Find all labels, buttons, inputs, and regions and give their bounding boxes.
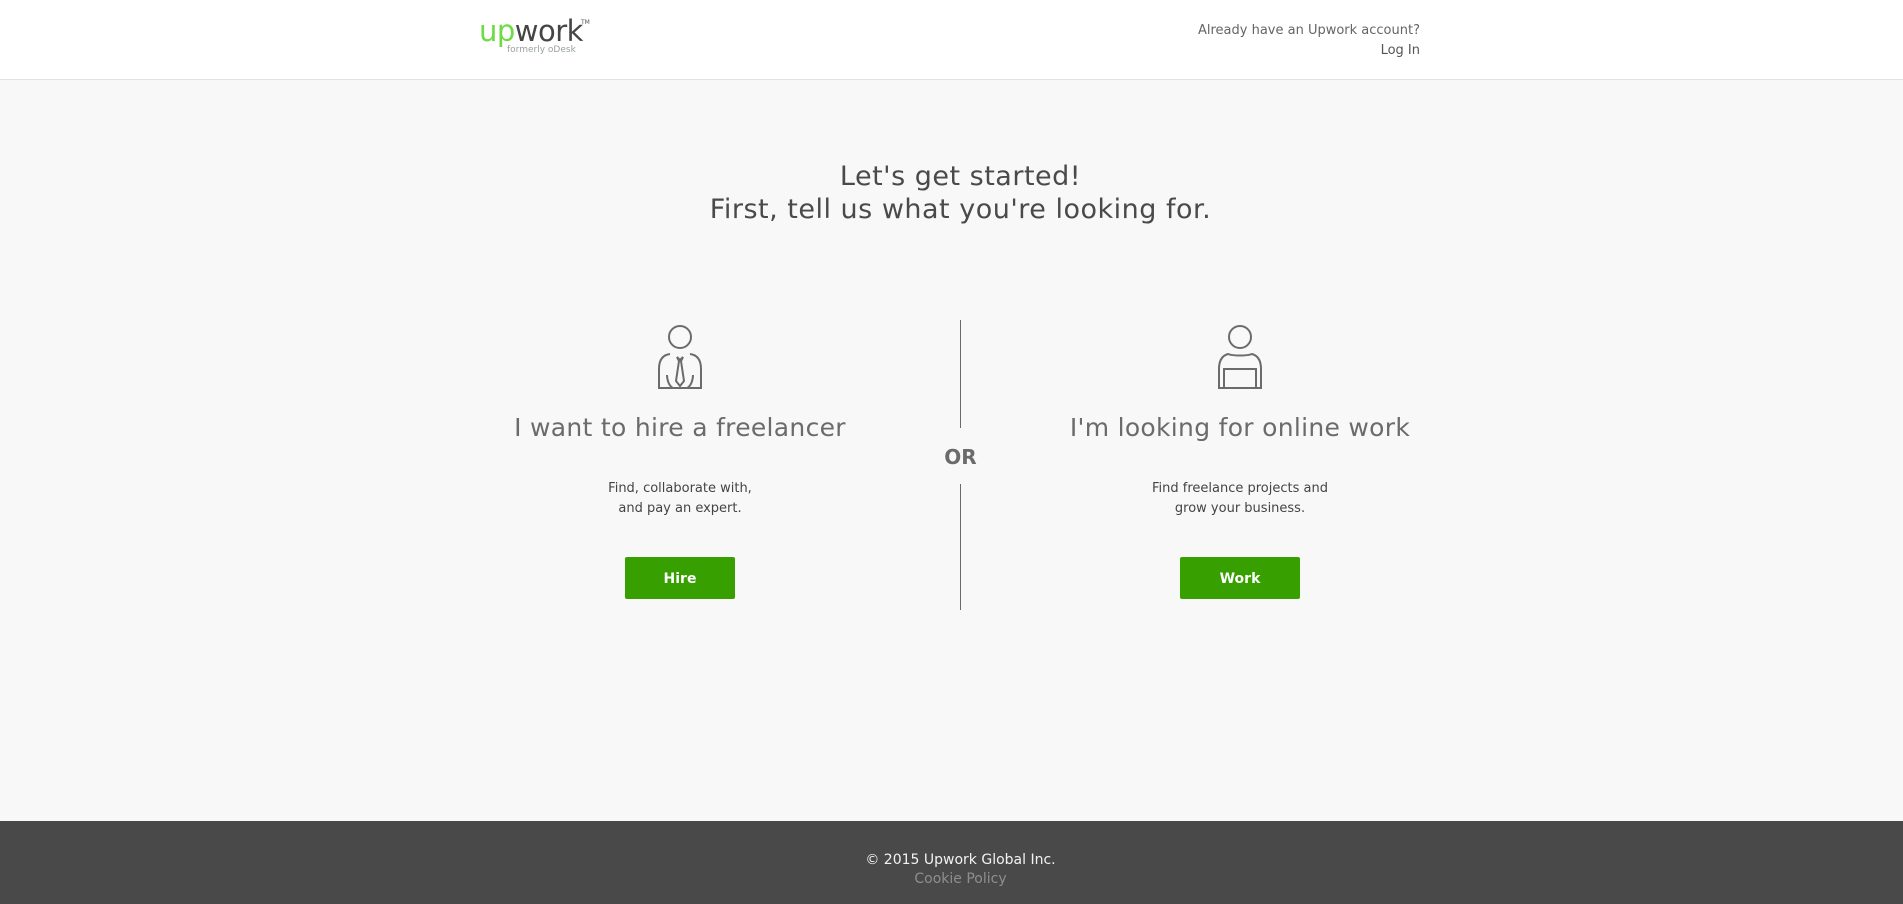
divider-line-top	[960, 320, 961, 428]
logo-wordmark: upwork	[479, 14, 583, 48]
hire-button[interactable]: Hire	[625, 557, 735, 599]
hire-description-line2: and pay an expert.	[618, 501, 742, 516]
already-have-account-text: Already have an Upwork account?	[1197, 23, 1420, 38]
logo-trademark: TM	[581, 19, 590, 26]
cookie-policy-link[interactable]: Cookie Policy	[0, 871, 1903, 887]
hire-description-line1: Find, collaborate with,	[608, 481, 752, 496]
hire-description: Find, collaborate with, and pay an exper…	[580, 479, 780, 519]
work-description: Find freelance projects and grow your bu…	[1140, 479, 1340, 519]
client-person-tie-icon	[658, 325, 702, 389]
freelancer-person-laptop-icon	[1218, 325, 1262, 389]
login-link[interactable]: Log In	[1381, 43, 1420, 58]
work-description-line2: grow your business.	[1174, 501, 1306, 516]
upwork-logo[interactable]: upwork TM formerly oDesk	[479, 14, 599, 58]
or-label: OR	[944, 445, 977, 469]
cookie-policy-label[interactable]: Cookie Policy	[914, 871, 1006, 887]
page-title-line1: Let's get started!	[839, 161, 1082, 192]
hire-option: I want to hire a freelancer Find, collab…	[470, 325, 890, 599]
logo-formerly-text: formerly oDesk	[507, 45, 576, 55]
work-description-line1: Find freelance projects and	[1152, 481, 1328, 496]
page-title-line2: First, tell us what you're looking for.	[709, 194, 1212, 225]
work-button[interactable]: Work	[1180, 557, 1300, 599]
hire-heading: I want to hire a freelancer	[514, 413, 846, 442]
copyright-text: © 2015 Upwork Global Inc.	[865, 852, 1056, 868]
page-footer: © 2015 Upwork Global Inc. Cookie Policy	[0, 821, 1903, 904]
top-header: upwork TM formerly oDesk Already have an…	[0, 0, 1903, 80]
work-option: I'm looking for online work Find freelan…	[1030, 325, 1450, 599]
work-heading: I'm looking for online work	[1069, 413, 1411, 442]
page-title: Let's get started! First, tell us what y…	[0, 160, 1903, 226]
divider-line-bottom	[960, 484, 961, 610]
